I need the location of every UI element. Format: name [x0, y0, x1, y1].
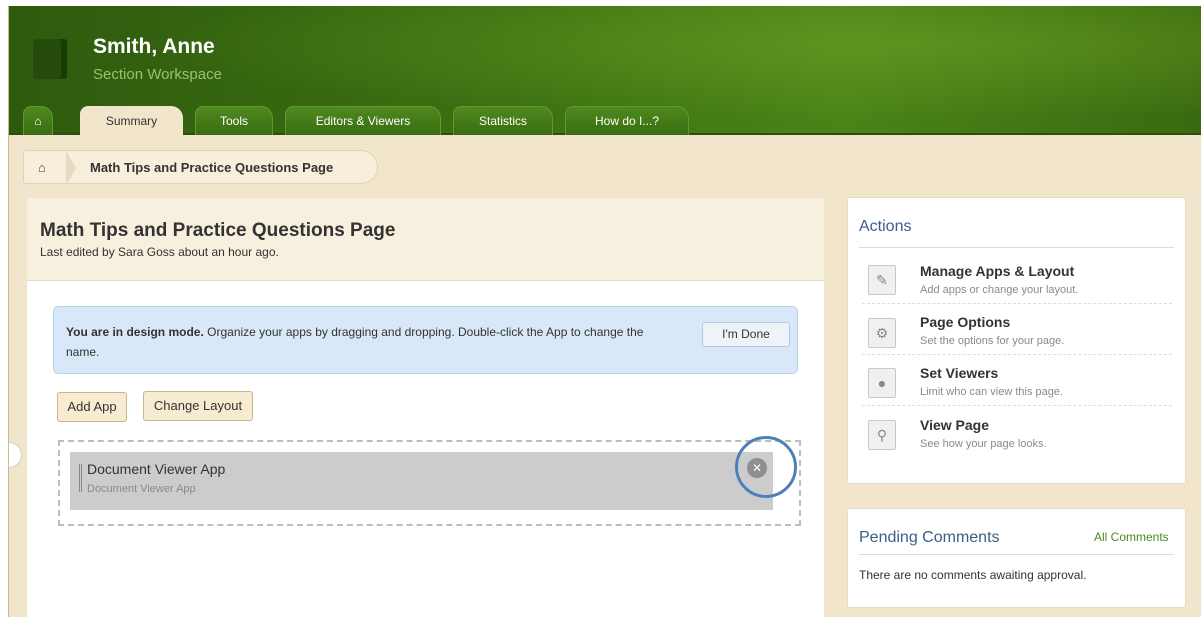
tab-editors-viewers-label: Editors & Viewers	[315, 114, 411, 128]
workspace-label: Section Workspace	[93, 66, 222, 83]
tab-tools[interactable]: Tools	[195, 106, 273, 135]
app-subtitle: Document Viewer App	[87, 483, 196, 495]
last-edited-text: Last edited by Sara Goss about an hour a…	[40, 245, 279, 259]
action-separator	[862, 405, 1172, 406]
breadcrumb-current: Math Tips and Practice Questions Page	[90, 160, 334, 175]
design-mode-notice: You are in design mode. Organize your ap…	[53, 306, 798, 374]
action-manage-apps[interactable]: Manage Apps & Layout	[920, 263, 1074, 279]
tab-summary-label: Summary	[105, 114, 158, 128]
breadcrumb-separator	[66, 151, 76, 185]
actions-panel: Actions ✎ Manage Apps & Layout Add apps …	[847, 197, 1186, 484]
im-done-button[interactable]: I'm Done	[702, 322, 790, 347]
app-title: Document Viewer App	[87, 461, 226, 477]
action-separator	[862, 354, 1172, 355]
people-icon[interactable]: ●	[868, 368, 896, 398]
page-header: Math Tips and Practice Questions Page La…	[27, 198, 824, 281]
breadcrumb: ⌂ Math Tips and Practice Questions Page	[23, 150, 378, 185]
breadcrumb-home-icon[interactable]: ⌂	[38, 160, 46, 175]
actions-title: Actions	[859, 218, 912, 235]
page-title: Math Tips and Practice Questions Page	[40, 220, 396, 241]
tab-editors-viewers[interactable]: Editors & Viewers	[285, 106, 441, 135]
comments-divider	[859, 554, 1174, 555]
workspace-book-icon	[33, 39, 67, 79]
panel-expand-handle[interactable]	[9, 443, 21, 467]
pending-comments-title: Pending Comments	[859, 529, 1000, 546]
magnifier-icon[interactable]: ⚲	[868, 420, 896, 450]
user-name: Smith, Anne	[93, 35, 215, 58]
tab-tools-label: Tools	[219, 114, 248, 128]
change-layout-button[interactable]: Change Layout	[143, 391, 253, 421]
tab-home[interactable]: ⌂	[23, 106, 53, 135]
action-set-viewers-desc: Limit who can view this page.	[920, 386, 1064, 398]
page-editor-panel: Math Tips and Practice Questions Page La…	[27, 198, 824, 617]
design-mode-bold: You are in design mode.	[66, 325, 204, 339]
pending-comments-panel: Pending Comments All Comments There are …	[847, 508, 1186, 608]
action-manage-apps-desc: Add apps or change your layout.	[920, 284, 1079, 296]
gear-page-icon[interactable]: ⚙	[868, 318, 896, 348]
action-separator	[862, 303, 1172, 304]
add-app-button[interactable]: Add App	[57, 392, 127, 422]
tab-statistics-label: Statistics	[478, 114, 527, 128]
action-view-page-desc: See how your page looks.	[920, 438, 1047, 450]
tab-how-do-i-label: How do I...?	[594, 114, 660, 128]
all-comments-link[interactable]: All Comments	[1094, 530, 1169, 544]
workspace-header: Smith, Anne Section Workspace ⌂ Summary …	[9, 6, 1201, 135]
action-set-viewers[interactable]: Set Viewers	[920, 365, 998, 381]
app-drop-zone[interactable]: Document Viewer App Document Viewer App …	[58, 440, 801, 526]
action-page-options[interactable]: Page Options	[920, 314, 1010, 330]
action-view-page[interactable]: View Page	[920, 417, 989, 433]
tab-summary[interactable]: Summary	[80, 106, 183, 135]
design-mode-message: You are in design mode. Organize your ap…	[66, 322, 676, 362]
highlight-ring	[735, 436, 797, 498]
home-icon: ⌂	[34, 114, 42, 128]
drag-handle-icon[interactable]	[79, 464, 82, 492]
no-comments-text: There are no comments awaiting approval.	[859, 568, 1087, 582]
document-viewer-app[interactable]: Document Viewer App Document Viewer App …	[70, 452, 773, 510]
action-page-options-desc: Set the options for your page.	[920, 335, 1065, 347]
workspace-frame: Smith, Anne Section Workspace ⌂ Summary …	[8, 6, 1201, 617]
pencil-icon[interactable]: ✎	[868, 265, 896, 295]
tab-statistics[interactable]: Statistics	[453, 106, 553, 135]
actions-divider	[859, 247, 1174, 248]
tab-how-do-i[interactable]: How do I...?	[565, 106, 689, 135]
